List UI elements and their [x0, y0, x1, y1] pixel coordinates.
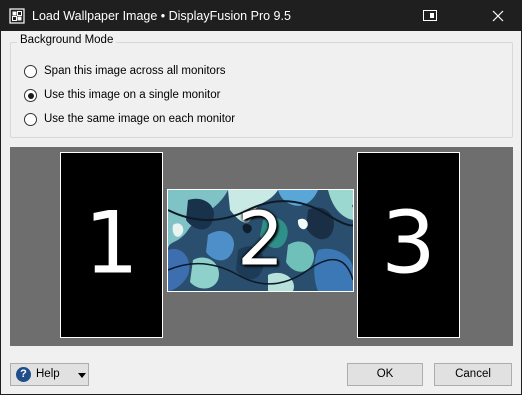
window-menu-icon [423, 10, 437, 21]
radio-button[interactable] [24, 113, 37, 126]
cancel-button[interactable]: Cancel [434, 363, 512, 386]
help-label: Help [36, 368, 60, 380]
group-legend: Background Mode [17, 34, 117, 46]
dialog-window: Load Wallpaper Image • DisplayFusion Pro… [0, 0, 522, 395]
monitor-1[interactable]: 1 [60, 152, 163, 338]
close-icon [492, 10, 504, 22]
monitor-number: 3 [381, 193, 436, 294]
help-icon: ? [16, 367, 31, 382]
monitor-3[interactable]: 3 [357, 152, 460, 338]
radio-label: Span this image across all monitors [44, 65, 226, 77]
monitor-number: 2 [236, 196, 285, 283]
title-bar: Load Wallpaper Image • DisplayFusion Pro… [1, 1, 521, 31]
monitor-2[interactable]: 2 [167, 189, 354, 292]
radio-label: Use this image on a single monitor [44, 89, 221, 101]
radio-label: Use the same image on each monitor [44, 113, 236, 125]
close-button[interactable] [475, 1, 521, 31]
radio-button[interactable] [24, 89, 37, 102]
monitor-number: 1 [84, 193, 139, 294]
radio-button[interactable] [24, 65, 37, 78]
background-mode-group: Background Mode Span this image across a… [10, 34, 513, 138]
ok-button[interactable]: OK [347, 363, 423, 386]
help-button[interactable]: ? Help [10, 363, 89, 386]
dropdown-arrow-icon [78, 373, 86, 378]
titlebar-menu-button[interactable] [407, 1, 453, 31]
window-title: Load Wallpaper Image • DisplayFusion Pro… [32, 9, 291, 23]
monitor-preview: 1 2 3 [10, 147, 513, 346]
displayfusion-icon [9, 8, 25, 24]
